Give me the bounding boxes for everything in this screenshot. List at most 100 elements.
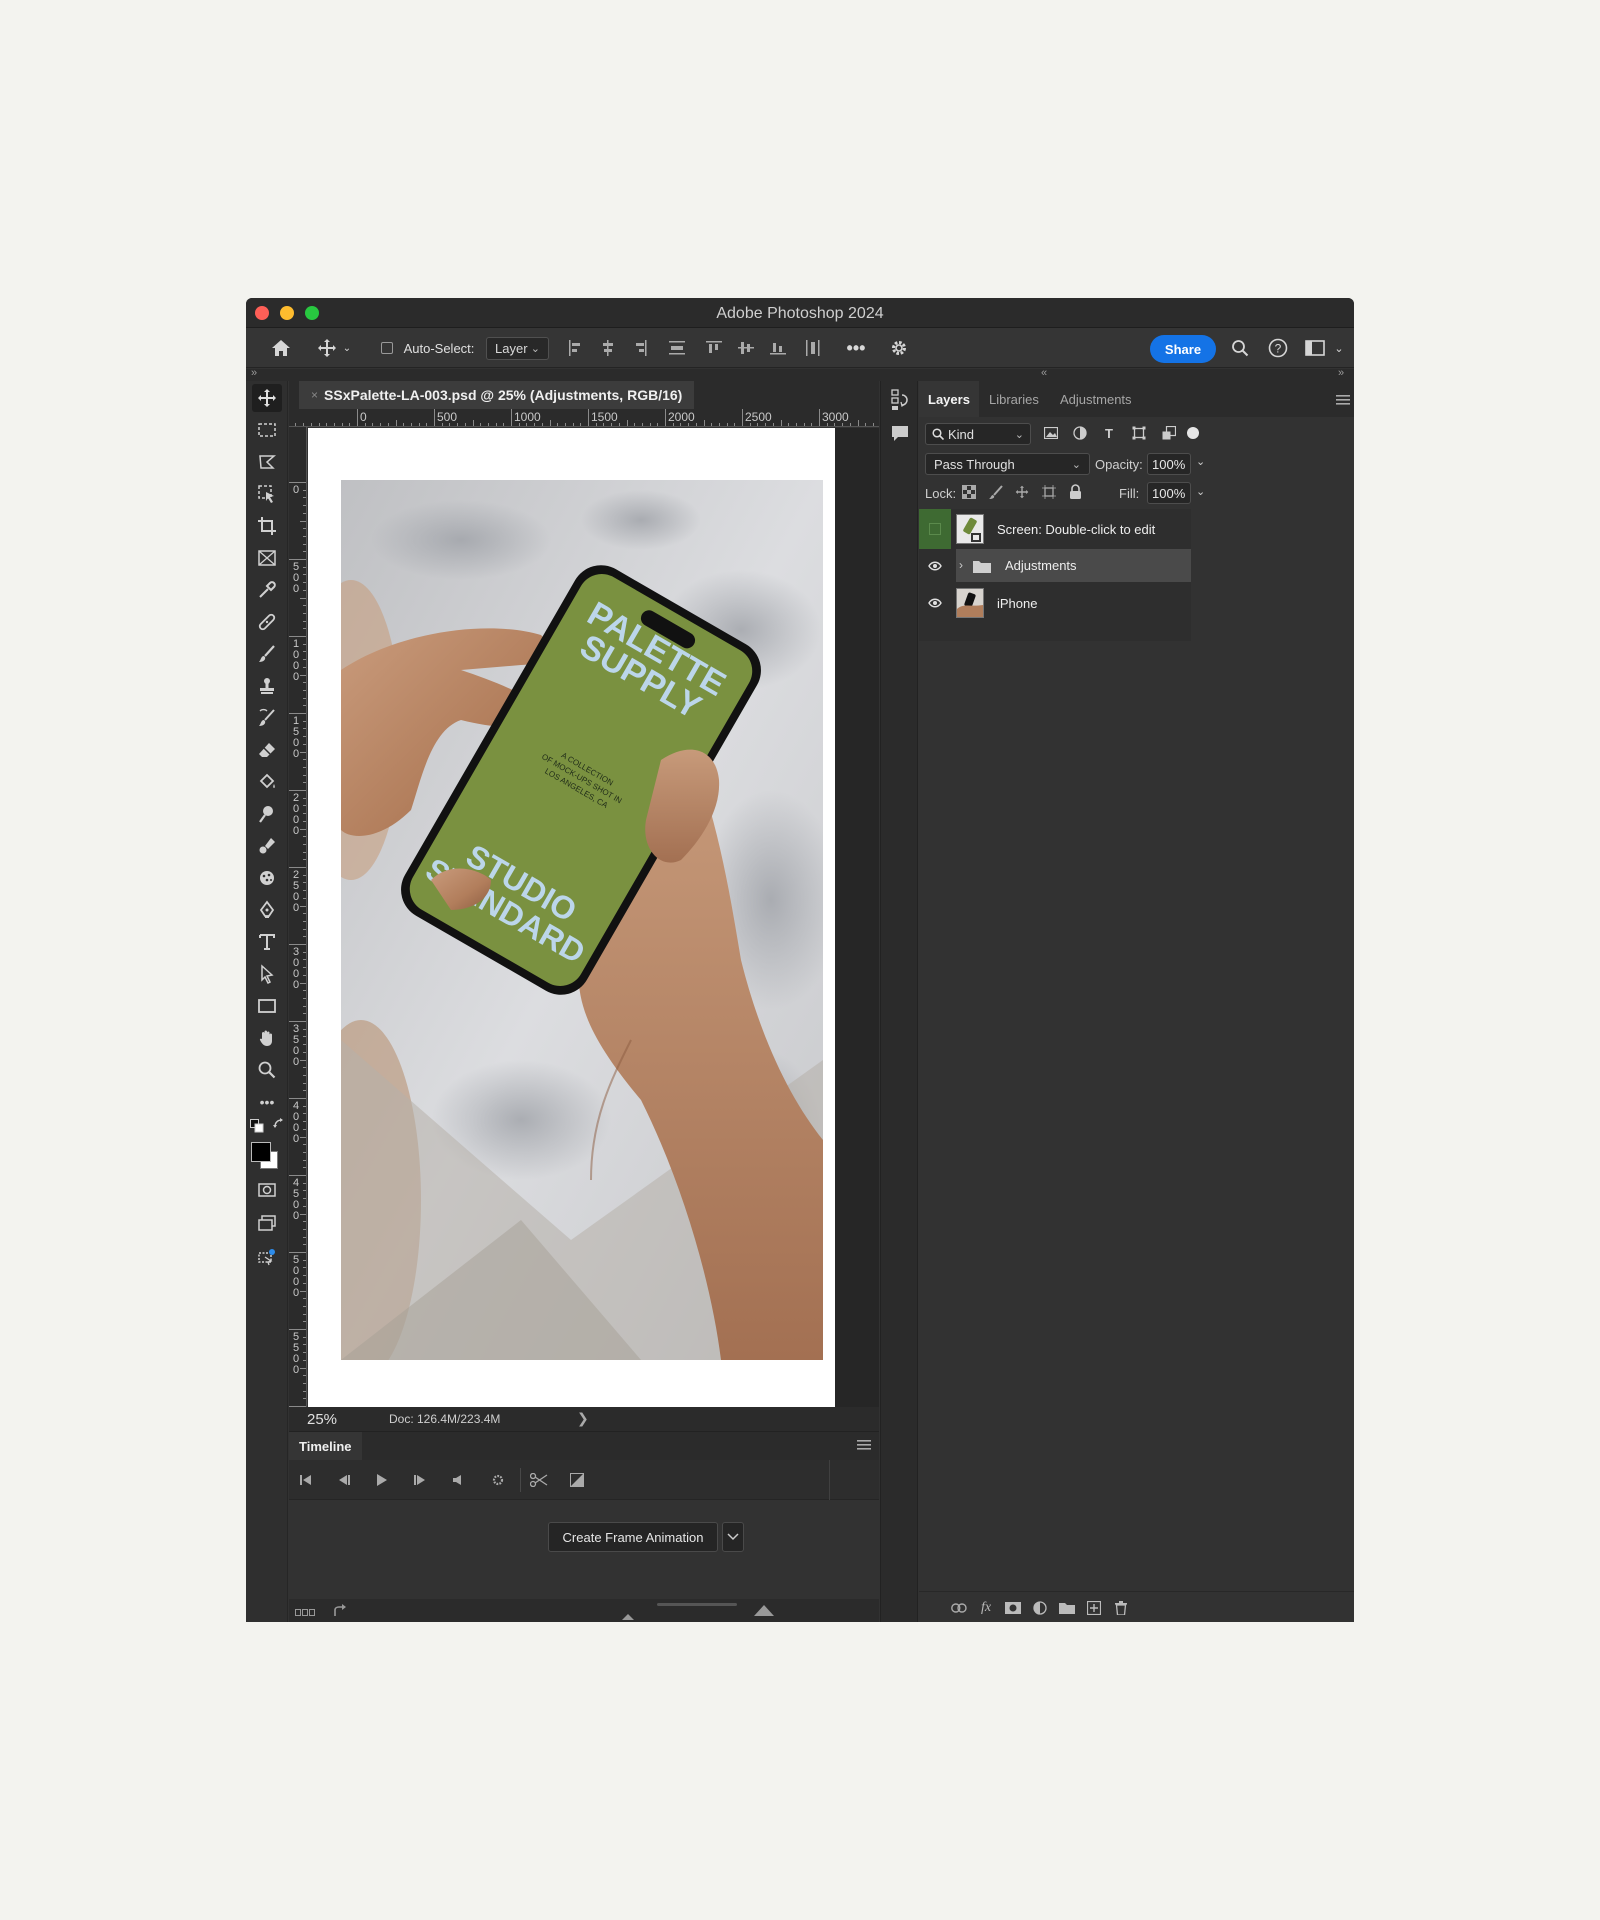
align-vertical-center-icon[interactable]	[736, 328, 756, 368]
document-canvas[interactable]: PALETTE SUPPLY A COLLECTION OF MOCK-UPS …	[308, 428, 835, 1407]
more-options-icon[interactable]: •••	[843, 328, 869, 368]
rectangle-shape-icon[interactable]	[252, 992, 282, 1020]
convert-icon[interactable]	[333, 1603, 347, 1622]
lock-pixels-icon[interactable]	[989, 485, 1003, 504]
more-tools-icon[interactable]: •••	[252, 1088, 282, 1116]
panel-menu-icon[interactable]	[857, 1438, 873, 1454]
filter-pixel-icon[interactable]	[1041, 423, 1061, 443]
tab-libraries[interactable]: Libraries	[989, 381, 1039, 417]
quick-mask-icon[interactable]	[252, 1176, 282, 1204]
collapse-strip-icon[interactable]: «	[1041, 367, 1047, 379]
align-bottom-icon[interactable]	[768, 328, 788, 368]
foreground-color-swatch[interactable]	[251, 1142, 271, 1162]
status-menu-arrow-icon[interactable]: ❯	[577, 1410, 589, 1427]
lock-all-icon[interactable]	[1069, 484, 1082, 504]
gear-icon[interactable]	[488, 1470, 508, 1490]
frame-view-icon[interactable]	[295, 1605, 315, 1622]
lock-position-icon[interactable]	[1015, 485, 1029, 504]
align-top-icon[interactable]	[704, 328, 724, 368]
swap-colors-icon[interactable]	[272, 1117, 286, 1131]
align-right-icon[interactable]	[630, 328, 650, 368]
pen-icon[interactable]	[252, 896, 282, 924]
screen-mode-icon[interactable]	[252, 1209, 282, 1237]
zoom-out-mountain-icon[interactable]	[622, 1607, 634, 1622]
tab-adjustments[interactable]: Adjustments	[1060, 381, 1132, 417]
timeline-zoom-slider[interactable]	[657, 1603, 737, 1606]
help-icon[interactable]: ?	[1265, 328, 1291, 368]
filter-smart-object-icon[interactable]	[1159, 423, 1179, 443]
fx-icon[interactable]: fx	[976, 1598, 996, 1618]
lasso-icon[interactable]	[252, 448, 282, 476]
move-tool-icon[interactable]	[252, 384, 282, 412]
sponge-icon[interactable]	[252, 864, 282, 892]
workspace-icon[interactable]	[1302, 328, 1328, 368]
comments-icon[interactable]	[890, 424, 910, 449]
play-icon[interactable]	[372, 1470, 392, 1490]
chevron-right-icon[interactable]: ›	[959, 558, 963, 572]
chevron-down-icon[interactable]	[722, 1522, 744, 1552]
adjustment-layer-icon[interactable]	[1030, 1598, 1050, 1618]
distribute-vertical-icon[interactable]	[667, 328, 687, 368]
layer-row-iphone[interactable]: iPhone	[919, 583, 1191, 623]
auto-select-checkbox[interactable]	[380, 328, 394, 368]
next-frame-icon[interactable]	[410, 1470, 430, 1490]
fill-field[interactable]: 100%	[1147, 482, 1191, 504]
scissors-icon[interactable]	[529, 1470, 549, 1490]
align-horizontal-center-icon[interactable]	[598, 328, 618, 368]
zoom-in-mountain-icon[interactable]	[754, 1603, 774, 1621]
share-button[interactable]: Share	[1150, 335, 1216, 363]
chevron-down-icon[interactable]: ⌄	[1196, 485, 1205, 498]
type-icon[interactable]	[252, 928, 282, 956]
audio-icon[interactable]	[448, 1470, 468, 1490]
expand-toolbar-icon[interactable]: »	[251, 367, 257, 379]
checkbox-box[interactable]	[381, 342, 393, 354]
paint-bucket-icon[interactable]	[252, 768, 282, 796]
filter-adjustment-icon[interactable]	[1070, 423, 1090, 443]
create-frame-animation-button[interactable]: Create Frame Animation	[548, 1522, 718, 1552]
zoom-icon[interactable]	[252, 1056, 282, 1084]
dodge-icon[interactable]	[252, 800, 282, 828]
blend-mode-select[interactable]: Pass Through ⌄	[925, 453, 1090, 475]
eyedropper-icon[interactable]	[252, 576, 282, 604]
default-colors-icon[interactable]	[250, 1119, 264, 1133]
contextual-taskbar-icon[interactable]	[252, 1243, 282, 1271]
distribute-horizontal-icon[interactable]	[803, 328, 823, 368]
auto-select-target-select[interactable]: Layer ⌄	[486, 337, 549, 360]
eye-icon[interactable]	[919, 549, 951, 582]
previous-frame-icon[interactable]	[334, 1470, 354, 1490]
search-icon[interactable]	[1227, 328, 1253, 368]
document-tab[interactable]: × SSxPalette-LA-003.psd @ 25% (Adjustmen…	[299, 381, 695, 409]
chevron-down-icon[interactable]: ⌄	[341, 328, 353, 368]
transition-icon[interactable]	[567, 1470, 587, 1490]
hand-icon[interactable]	[252, 1024, 282, 1052]
tab-layers[interactable]: Layers	[919, 381, 979, 417]
opacity-field[interactable]: 100%	[1147, 453, 1191, 475]
object-selection-icon[interactable]	[252, 480, 282, 508]
layer-row-adjustments[interactable]: › Adjustments	[919, 549, 1191, 582]
brush-icon[interactable]	[252, 640, 282, 668]
new-layer-icon[interactable]	[1084, 1598, 1104, 1618]
trash-icon[interactable]	[1111, 1598, 1131, 1618]
collapse-panels-icon[interactable]: »	[1338, 367, 1344, 379]
frame-icon[interactable]	[252, 544, 282, 572]
move-tool-icon[interactable]	[314, 328, 340, 368]
eye-icon[interactable]	[919, 583, 951, 623]
filter-shape-icon[interactable]	[1129, 423, 1149, 443]
home-icon[interactable]	[268, 328, 294, 368]
chevron-down-icon[interactable]: ⌄	[1332, 328, 1346, 368]
close-tab-icon[interactable]: ×	[311, 388, 318, 402]
zoom-level[interactable]: 25%	[307, 1411, 337, 1428]
align-left-icon[interactable]	[566, 328, 586, 368]
layer-row-screen[interactable]: Screen: Double-click to edit	[919, 509, 1191, 549]
chevron-down-icon[interactable]: ⌄	[1196, 455, 1205, 468]
kind-filter-select[interactable]: Kind ⌄	[925, 423, 1031, 445]
panel-menu-icon[interactable]	[1336, 393, 1350, 411]
add-mask-icon[interactable]	[1003, 1598, 1023, 1618]
crop-icon[interactable]	[252, 512, 282, 540]
filter-type-icon[interactable]: T	[1099, 423, 1119, 443]
new-group-icon[interactable]	[1057, 1598, 1077, 1618]
lock-transparency-icon[interactable]	[962, 485, 976, 504]
rectangular-marquee-icon[interactable]	[252, 416, 282, 444]
history-icon[interactable]	[890, 389, 910, 416]
gear-icon[interactable]	[886, 328, 912, 368]
